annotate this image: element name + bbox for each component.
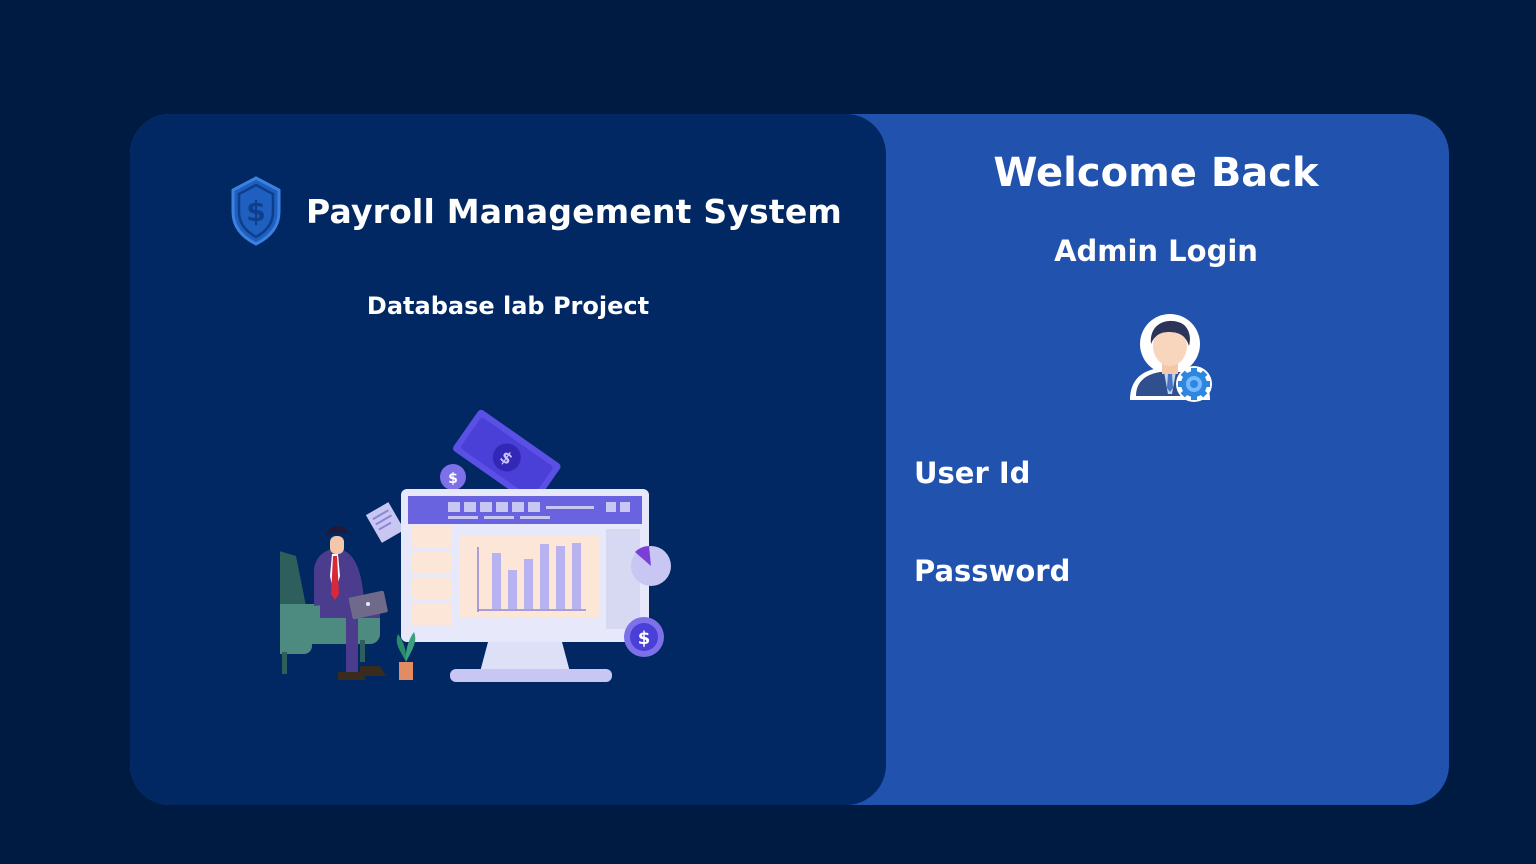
payroll-illustration: $ $ $ — [280, 409, 671, 682]
admin-user-gear-icon — [1130, 314, 1212, 402]
brand-panel: $ Payroll Management System Database lab… — [130, 114, 886, 805]
project-subtitle: Database lab Project — [366, 292, 650, 320]
password-label: Password — [914, 554, 1071, 588]
password-input[interactable] — [914, 598, 1398, 634]
dollar-shield-icon: $ — [231, 176, 281, 246]
admin-login-heading: Admin Login — [1054, 234, 1258, 268]
welcome-heading: Welcome Back — [993, 150, 1319, 196]
svg-text:$: $ — [246, 195, 265, 228]
brand-header: $ Payroll Management System — [230, 176, 842, 246]
svg-text:$: $ — [448, 471, 458, 487]
user-id-input[interactable] — [914, 500, 1398, 536]
user-id-label: User Id — [914, 456, 1031, 490]
svg-text:$: $ — [638, 628, 651, 649]
login-card: $ Payroll Management System Database lab… — [130, 114, 1449, 805]
app-title: Payroll Management System — [306, 191, 842, 231]
